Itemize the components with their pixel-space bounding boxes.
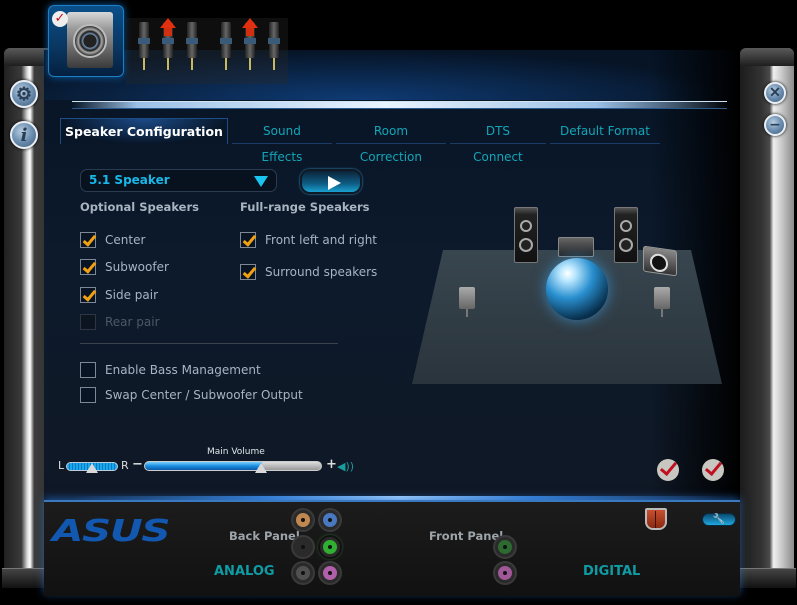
balance-left-label: L [58,459,65,472]
audio-jack[interactable] [320,510,340,530]
back-panel-label: Back Panel [229,529,300,543]
plug-icon [218,18,234,84]
close-button[interactable]: ✕ [764,82,786,104]
front-panel-label: Front Panel [429,529,504,543]
connector-strip [126,18,288,84]
checkbox[interactable] [240,264,256,280]
volume-fill [145,462,263,470]
checkbox[interactable] [240,232,256,248]
subwoofer-icon[interactable] [643,245,677,277]
checkbox-rear-pair: Rear pair [80,314,160,330]
audio-jack[interactable] [495,563,515,583]
speaker-mode-select[interactable]: 5.1 Speaker [80,169,277,192]
fullrange-speakers-heading: Full-range Speakers [240,200,370,214]
audio-jack[interactable] [293,563,313,583]
checkbox[interactable] [80,387,96,403]
arrow-up-icon [160,18,176,28]
side-right-speaker-icon[interactable] [654,287,670,317]
checkbox-label: Swap Center / Subwoofer Output [105,388,303,402]
tab-speaker-configuration[interactable]: Speaker Configuration [60,118,228,144]
device-tab-speakers[interactable]: ✓ [48,5,124,77]
speaker-mode-value: 5.1 Speaker [89,173,170,187]
chevron-down-icon [254,176,268,187]
plug-icon [136,18,152,84]
apply-check-button[interactable] [657,459,679,481]
audio-manager-window: ⚙ i ✕ − ✓ Speaker Configuration Sound Ef… [0,0,797,605]
audio-jack[interactable] [293,510,313,530]
close-icon: ✕ [769,85,781,101]
checkbox[interactable] [80,232,96,248]
analog-label: ANALOG [214,564,275,579]
apply-all-check-button[interactable] [702,459,724,481]
checkbox-label: Subwoofer [105,260,169,274]
audio-jack[interactable] [495,537,515,557]
checkbox-center[interactable]: Center [80,232,145,248]
checkbox-swap-center-subwoofer[interactable]: Swap Center / Subwoofer Output [80,387,303,403]
tab-dts-connect[interactable]: DTS Connect [449,118,546,164]
audio-jack[interactable] [293,537,313,557]
divider [80,343,338,344]
info-button[interactable]: i [10,121,38,149]
asus-logo: ASUS [52,514,171,549]
checkbox[interactable] [80,287,96,303]
checkbox [80,314,96,330]
default-device-check-icon: ✓ [52,11,68,27]
checkbox-enable-bass-management[interactable]: Enable Bass Management [80,362,261,378]
plug-active-icon [160,18,176,84]
wrench-icon: 🔧 [712,514,726,525]
gear-icon: ⚙ [15,83,33,105]
balance-slider-thumb[interactable] [86,463,98,473]
main-volume-thumb[interactable] [255,463,268,473]
minimize-icon: − [769,117,781,133]
info-icon: i [20,124,28,146]
checkbox[interactable] [80,259,96,275]
test-play-button[interactable] [300,169,362,194]
main-volume-label: Main Volume [207,447,265,457]
front-left-speaker-icon[interactable] [514,207,538,263]
checkbox-label: Rear pair [105,315,160,329]
tab-default-format[interactable]: Default Format [549,118,660,144]
checkbox-label: Side pair [105,288,159,302]
checkbox-label: Surround speakers [265,265,378,279]
listener-position-orb [546,258,608,320]
audio-jack[interactable] [320,563,340,583]
checkbox-label: Enable Bass Management [105,363,261,377]
side-left-speaker-icon[interactable] [459,287,475,317]
volume-up-icon[interactable]: + [326,457,337,472]
digital-output-button[interactable] [645,508,667,530]
plug-icon [266,18,282,84]
tab-sound-effects[interactable]: Sound Effects [231,118,332,164]
balance-right-label: R [121,459,129,472]
volume-down-icon[interactable]: − [132,457,143,472]
checkbox-surround-speakers[interactable]: Surround speakers [240,264,377,280]
checkbox-label: Front left and right [265,233,378,247]
settings-button[interactable]: ⚙ [10,80,38,108]
mute-speaker-icon[interactable]: ◀)) [337,460,354,473]
center-speaker-icon[interactable] [558,237,594,257]
plug-active-icon [242,18,258,84]
checkbox-front-left-right[interactable]: Front left and right [240,232,377,248]
plug-icon [184,18,200,84]
main-volume-slider[interactable] [144,461,322,471]
checkbox-label: Center [105,233,146,247]
tab-room-correction[interactable]: Room Correction [335,118,446,164]
optional-speakers-heading: Optional Speakers [80,200,199,214]
checkbox-subwoofer[interactable]: Subwoofer [80,259,169,275]
tab-bar: Speaker Configuration Sound Effects Room… [60,118,664,164]
audio-jack[interactable] [320,537,340,557]
digital-label: DIGITAL [583,564,641,579]
front-right-speaker-icon[interactable] [614,207,638,263]
connector-settings-button[interactable]: 🔧 [702,513,736,526]
play-icon [328,176,341,190]
speaker-device-icon [67,12,113,68]
checkbox-side-pair[interactable]: Side pair [80,287,158,303]
minimize-button[interactable]: − [764,114,786,136]
header-divider [72,101,727,109]
arrow-up-icon [242,18,258,28]
checkbox[interactable] [80,362,96,378]
